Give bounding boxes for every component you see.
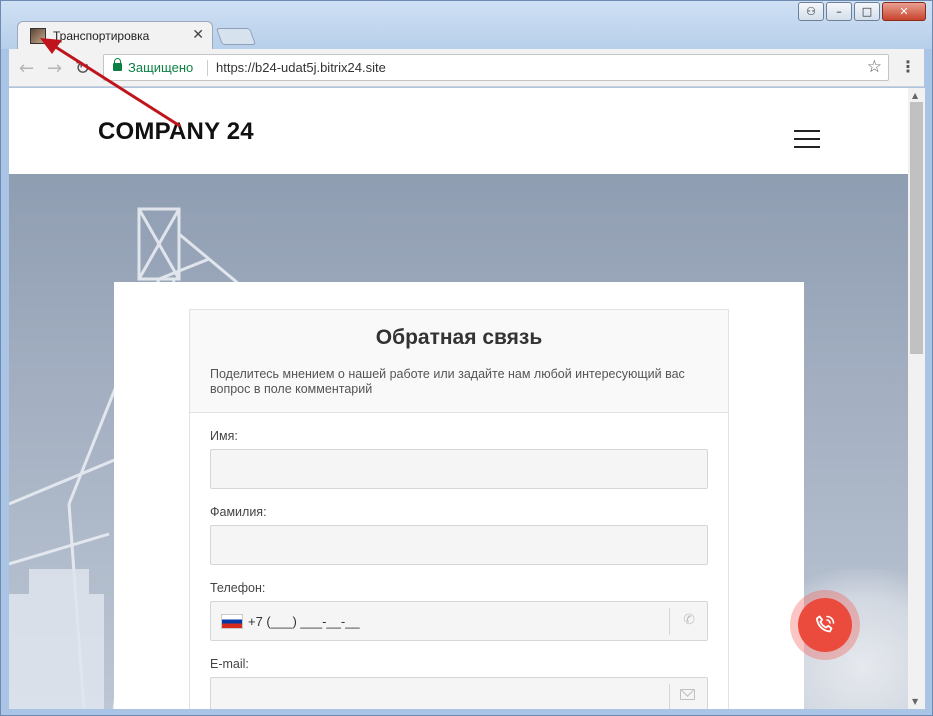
email-field-divider xyxy=(669,684,670,709)
lock-icon xyxy=(113,58,122,71)
close-window-button[interactable]: ✕ xyxy=(882,2,926,21)
browser-window: ⚇ – □ ✕ Транспортировка ✕ ← → ↻ Защищено… xyxy=(0,0,933,716)
envelope-icon xyxy=(680,689,695,700)
minimize-button[interactable]: – xyxy=(826,2,852,21)
feedback-form: Обратная связь Поделитесь мнением о наше… xyxy=(189,309,729,709)
address-separator xyxy=(207,60,208,76)
arrow-left-icon[interactable]: ← xyxy=(19,58,34,79)
form-title: Обратная связь xyxy=(375,326,543,349)
email-input[interactable] xyxy=(210,677,708,709)
maximize-button[interactable]: □ xyxy=(854,2,880,21)
vertical-scrollbar[interactable]: ▲ ▼ xyxy=(908,88,925,709)
surname-input[interactable] xyxy=(210,525,708,565)
scroll-thumb[interactable] xyxy=(910,102,923,354)
reload-icon[interactable]: ↻ xyxy=(75,58,90,79)
browser-toolbar: ← → ↻ Защищено https://b24-udat5j.bitrix… xyxy=(9,49,924,87)
phone-label: Телефон: xyxy=(210,581,266,595)
kebab-menu-icon[interactable]: ⋮ xyxy=(900,57,916,76)
new-tab-button[interactable] xyxy=(215,28,257,45)
form-header: Обратная связь Поделитесь мнением о наше… xyxy=(190,310,728,413)
scroll-down-arrow-icon[interactable]: ▼ xyxy=(912,697,918,706)
star-icon[interactable]: ☆ xyxy=(867,57,882,77)
hamburger-menu-icon[interactable] xyxy=(794,130,820,148)
site-logo[interactable]: COMPANY 24 xyxy=(98,118,254,146)
phone-field-divider xyxy=(669,608,670,635)
title-bar: ⚇ – □ ✕ Транспортировка ✕ xyxy=(1,1,932,49)
favicon-icon xyxy=(30,28,46,44)
url-text[interactable]: https://b24-udat5j.bitrix24.site xyxy=(216,60,386,75)
russia-flag-icon[interactable] xyxy=(221,614,243,629)
phone-input[interactable]: +7 (___) ___-__-__ ✆ xyxy=(210,601,708,641)
tab-close-icon[interactable]: ✕ xyxy=(192,27,204,43)
phone-icon: ✆ xyxy=(683,612,695,628)
phone-call-icon xyxy=(816,615,835,633)
form-card: Обратная связь Поделитесь мнением о наше… xyxy=(114,282,804,709)
name-input[interactable] xyxy=(210,449,708,489)
page-viewport: COMPANY 24 Обратная связь Поделитесь мне… xyxy=(9,88,908,709)
user-profile-button[interactable]: ⚇ xyxy=(798,2,824,21)
surname-label: Фамилия: xyxy=(210,505,267,519)
tab-active[interactable]: Транспортировка ✕ xyxy=(17,21,213,49)
email-label: E-mail: xyxy=(210,657,249,671)
arrow-right-icon[interactable]: → xyxy=(47,58,62,79)
scroll-up-arrow-icon[interactable]: ▲ xyxy=(912,91,918,100)
secure-label: Защищено xyxy=(128,60,194,75)
address-bar[interactable]: Защищено https://b24-udat5j.bitrix24.sit… xyxy=(103,54,889,81)
callback-phone-button[interactable] xyxy=(798,598,852,652)
form-subtitle: Поделитесь мнением о нашей работе или за… xyxy=(210,367,685,396)
site-header: COMPANY 24 xyxy=(9,88,908,174)
tab-title: Транспортировка xyxy=(53,29,150,43)
window-controls: ⚇ – □ ✕ xyxy=(798,2,926,21)
phone-mask-value: +7 (___) ___-__-__ xyxy=(248,614,360,629)
name-label: Имя: xyxy=(210,429,238,443)
